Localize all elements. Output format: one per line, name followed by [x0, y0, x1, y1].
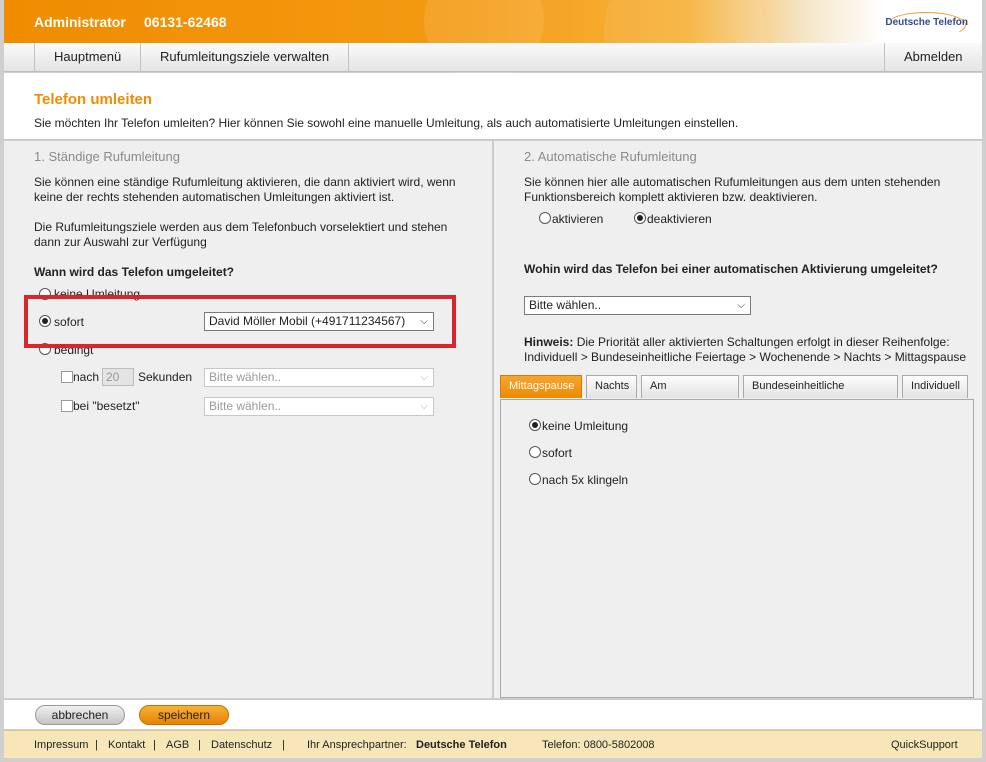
footer-sep: |: [198, 739, 201, 751]
footer-contact-link[interactable]: Kontakt: [108, 739, 145, 751]
tab-individuell[interactable]: Individuell: [902, 375, 968, 398]
label-deactivate: deaktivieren: [647, 212, 712, 226]
label-busy: bei "besetzt": [73, 399, 140, 413]
button-bar: abbrechen speichern: [4, 699, 982, 729]
checkbox-after-seconds[interactable]: [61, 371, 73, 383]
brand-logo: Deutsche Telefon: [882, 8, 968, 38]
label-after: nach: [73, 370, 100, 384]
priority-hint: Hinweis: Die Priorität aller aktivierten…: [524, 335, 950, 349]
highlight-box: [24, 295, 456, 348]
permanent-desc-line4: dann zur Auswahl zur Verfügung: [34, 235, 207, 249]
radio-tab-no-forwarding[interactable]: [529, 419, 541, 431]
label-activate: aktivieren: [552, 212, 604, 226]
label-tab-ring: nach 5x klingeln: [542, 473, 629, 487]
footer-sep: |: [153, 739, 156, 751]
header-bar: Administrator 06131-62468 Deutsche Telef…: [4, 0, 982, 110]
quicksupport-link[interactable]: QuickSupport: [891, 739, 958, 751]
permanent-desc-line1: Sie können eine ständige Rufumleitung ak…: [34, 175, 456, 189]
auto-target-select[interactable]: Bitte wählen.. ⌵: [524, 296, 751, 315]
tab-wochenende[interactable]: Am Wochenende: [641, 375, 739, 413]
busy-target-select[interactable]: Bitte wählen.. ⌵: [204, 397, 434, 416]
footer-terms-link[interactable]: AGB: [166, 739, 189, 751]
label-tab-no-forwarding: keine Umleitung: [542, 419, 629, 433]
user-name: Administrator: [34, 14, 126, 30]
footer: Impressum | Kontakt | AGB | Datenschutz …: [4, 730, 982, 758]
radio-tab-immediate[interactable]: [529, 446, 541, 458]
footer-partner-name: Deutsche Telefon: [416, 739, 507, 751]
radio-tab-ring[interactable]: [529, 473, 541, 485]
footer-sep: |: [95, 739, 98, 751]
intro-section: Telefon umleiten Sie möchten Ihr Telefon…: [4, 73, 982, 140]
chevron-down-icon: ⌵: [420, 372, 428, 383]
page-description: Sie möchten Ihr Telefon umleiten? Hier k…: [34, 116, 739, 130]
automatic-desc-line1: Sie können hier alle automatischen Rufum…: [524, 175, 941, 189]
tab-nachts[interactable]: Nachts: [586, 375, 637, 398]
permanent-forwarding-title: 1. Ständige Rufumleitung: [34, 149, 180, 164]
radio-activate[interactable]: [539, 212, 551, 224]
footer-phone: Telefon: 0800-5802008: [542, 739, 655, 751]
main-nav: Hauptmenü Rufumleitungsziele verwalten A…: [4, 43, 982, 72]
permanent-desc-line3: Die Rufumleitungsziele werden aus dem Te…: [34, 220, 448, 234]
footer-sep: |: [282, 739, 285, 751]
tab-feiertage[interactable]: Bundeseinheitliche Feiertage: [743, 375, 898, 413]
app-window: Administrator 06131-62468 Deutsche Telef…: [0, 0, 986, 762]
user-phone: 06131-62468: [144, 14, 227, 30]
label-tab-immediate: sofort: [542, 446, 573, 460]
cancel-button[interactable]: abbrechen: [35, 705, 125, 725]
label-seconds: Sekunden: [138, 370, 193, 384]
tab-panel: [500, 399, 974, 698]
permanent-desc-line2: keine der rechts stehenden automatischen…: [34, 190, 395, 204]
nav-manage-targets[interactable]: Rufumleitungsziele verwalten: [141, 43, 350, 72]
footer-partner-label: Ihr Ansprechpartner:: [307, 739, 407, 751]
priority-order: Individuell > Bundeseinheitliche Feierta…: [524, 350, 967, 364]
nav-main-menu[interactable]: Hauptmenü: [34, 43, 142, 72]
checkbox-busy[interactable]: [61, 400, 73, 412]
where-question: Wohin wird das Telefon bei einer automat…: [524, 262, 938, 276]
automatic-forwarding-title: 2. Automatische Rufumleitung: [524, 149, 697, 164]
page-title: Telefon umleiten: [34, 91, 153, 108]
seconds-input[interactable]: 20: [102, 368, 134, 386]
after-target-select[interactable]: Bitte wählen.. ⌵: [204, 368, 434, 387]
radio-deactivate[interactable]: [634, 212, 646, 224]
chevron-down-icon: ⌵: [737, 300, 745, 311]
footer-privacy-link[interactable]: Datenschutz: [211, 739, 272, 751]
chevron-down-icon: ⌵: [420, 401, 428, 412]
footer-imprint-link[interactable]: Impressum: [34, 739, 88, 751]
logout-button[interactable]: Abmelden: [884, 43, 982, 72]
when-question: Wann wird das Telefon umgeleitet?: [34, 265, 235, 279]
automatic-desc-line2: Funktionsbereich komplett aktivieren bzw…: [524, 190, 818, 204]
save-button[interactable]: speichern: [139, 705, 229, 725]
tab-mittagspause[interactable]: Mittagspause: [500, 375, 582, 398]
